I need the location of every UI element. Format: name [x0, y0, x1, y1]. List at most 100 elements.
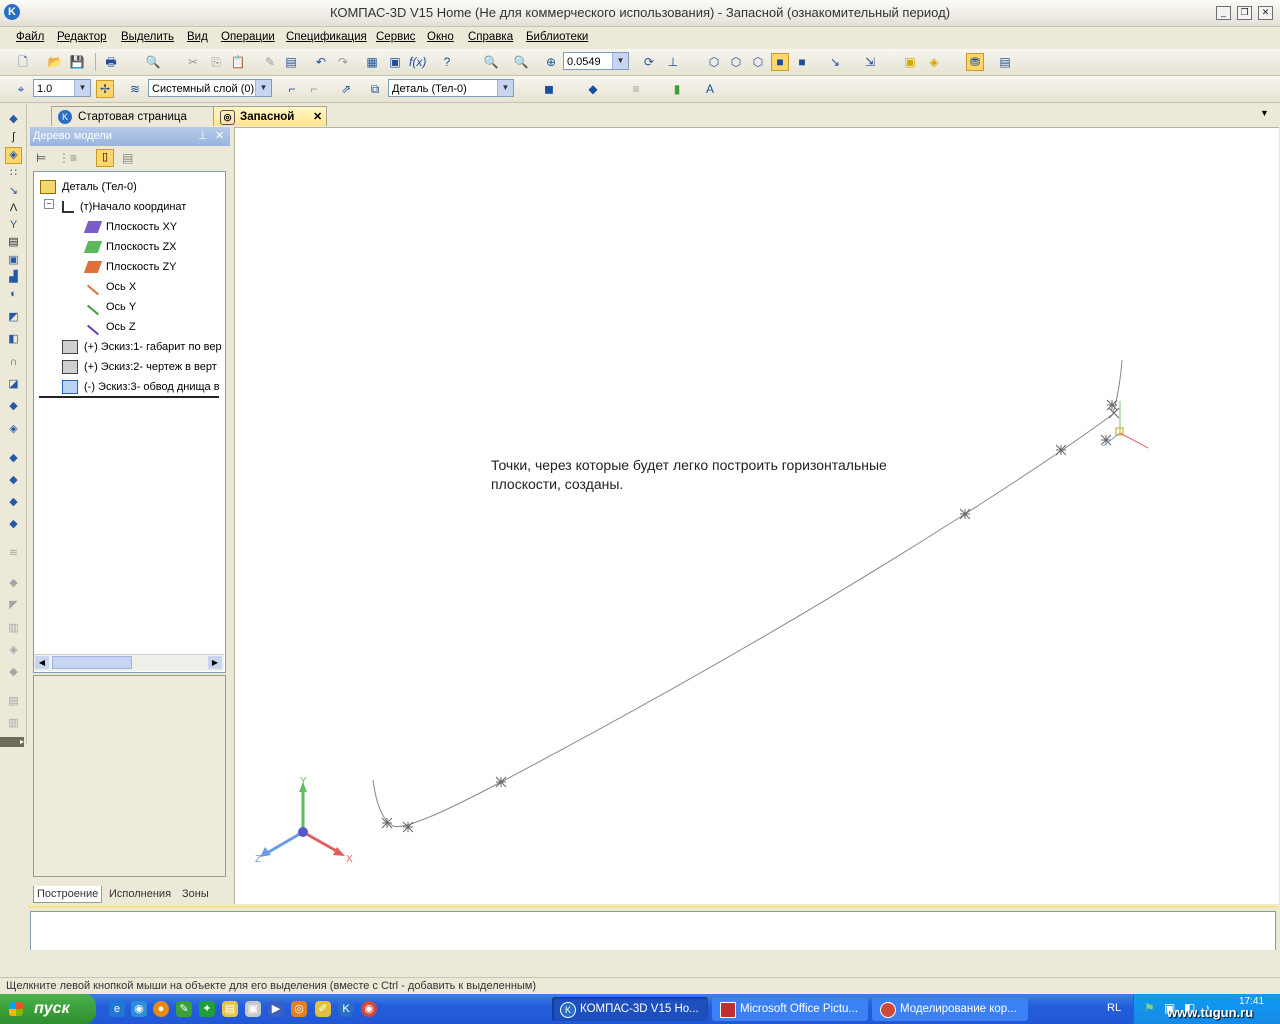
manager-icon[interactable]: ▦	[363, 53, 381, 71]
tab-construction[interactable]: Построение	[33, 886, 103, 903]
paste-icon[interactable]: 📋	[229, 53, 247, 71]
menu-edit[interactable]: Редактор	[57, 31, 107, 43]
menu-view[interactable]: Вид	[187, 31, 208, 43]
expand-arrow-icon[interactable]: ▸	[0, 737, 24, 747]
view-cube-icon[interactable]: ◆	[6, 112, 21, 127]
scroll-left-icon[interactable]: ◀	[35, 656, 49, 669]
plane-tool-1-icon[interactable]: ◆	[6, 451, 21, 466]
viewport-canvas[interactable]: Точки, через которые будет легко построи…	[235, 128, 1279, 904]
tree-details-icon[interactable]: ▤	[122, 151, 133, 165]
save-icon[interactable]: 💾	[68, 53, 86, 71]
tree-node-sketch-3[interactable]: (-) Эскиз:3- обвод днища в	[62, 378, 220, 396]
close-panel-icon[interactable]: ✕	[215, 127, 224, 146]
chevron-down-icon[interactable]: ▼	[74, 80, 90, 96]
light-icon[interactable]: ◈	[925, 53, 943, 71]
print-icon[interactable]: 🖶	[102, 53, 120, 71]
gray-tool-7-icon[interactable]: ▤	[6, 694, 21, 709]
pin-icon[interactable]: ⊥	[198, 127, 208, 146]
open-folder-icon[interactable]: 📂	[46, 53, 64, 71]
taskbar-item-browser[interactable]: Моделирование кор...	[872, 997, 1028, 1021]
dimension-icon[interactable]: ↘	[6, 184, 21, 199]
tree-structure-icon[interactable]: ⊨	[36, 151, 46, 165]
parametric-icon[interactable]: ⇗	[337, 80, 355, 98]
color-icon[interactable]: ◆	[584, 80, 602, 98]
rotate-icon[interactable]: ⟳	[640, 53, 658, 71]
sketch-curve[interactable]	[372, 359, 1123, 828]
shaded-edges-icon[interactable]: ■	[793, 53, 811, 71]
chevron-down-icon[interactable]: ▼	[612, 53, 628, 69]
redo-icon[interactable]: ↷	[334, 53, 352, 71]
tree-hscrollbar[interactable]: ◀ ▶	[34, 654, 224, 671]
cut-icon[interactable]: ✂	[184, 53, 202, 71]
tray-icon-1[interactable]: ⚑	[1144, 1001, 1155, 1015]
gray-tool-4-icon[interactable]: ▥	[6, 621, 21, 636]
loft-icon[interactable]: ∩	[6, 355, 21, 370]
menu-specification[interactable]: Спецификация	[286, 31, 367, 43]
text-style-icon[interactable]: A	[701, 80, 719, 98]
shell-icon[interactable]: ◆	[6, 399, 21, 414]
menu-file[interactable]: Файл	[16, 31, 44, 43]
appearance-icon[interactable]: ▣	[901, 53, 919, 71]
property-panel[interactable]	[30, 911, 1276, 951]
firefox-icon[interactable]: ●	[153, 1001, 169, 1017]
model-viewport[interactable]: Точки, через которые будет легко построи…	[234, 127, 1279, 904]
format-brush-icon[interactable]: ✎	[261, 53, 279, 71]
scale-combo[interactable]: 1.0 ▼	[33, 79, 91, 97]
grid-snap-icon[interactable]: ✢	[96, 80, 114, 98]
tabs-menu-chevron-icon[interactable]: ▼	[1260, 108, 1269, 118]
zoom-combo[interactable]: 0.0549 ▼	[563, 52, 629, 70]
gray-tool-1-icon[interactable]: ≋	[6, 546, 21, 561]
tree-node-plane-zx[interactable]: Плоскость ZX	[83, 238, 177, 256]
layers-icon[interactable]: ≋	[126, 80, 144, 98]
variables-icon[interactable]: ▣	[386, 53, 404, 71]
array-icon[interactable]: ◈	[6, 422, 21, 437]
gray-tool-8-icon[interactable]: ▥	[6, 716, 21, 731]
quicklaunch-7-icon[interactable]: ▣	[245, 1001, 261, 1017]
gray-tool-3-icon[interactable]: ◤	[6, 598, 21, 613]
tab-versions[interactable]: Исполнения	[109, 886, 171, 902]
aux-geometry-icon[interactable]: ◈	[5, 147, 22, 164]
new-file-icon[interactable]: 🗋	[14, 53, 32, 71]
angle-icon[interactable]: Λ	[6, 201, 21, 216]
filter-tool-icon[interactable]: Y	[6, 218, 21, 233]
orientation-icon[interactable]: ⊥	[664, 53, 682, 71]
menu-select[interactable]: Выделить	[121, 31, 174, 43]
scroll-thumb[interactable]	[52, 656, 132, 669]
properties-icon[interactable]: ▤	[282, 53, 300, 71]
shaded-icon[interactable]: ■	[771, 53, 789, 71]
snap-icon[interactable]: ⌖	[12, 80, 30, 98]
menu-libraries[interactable]: Библиотеки	[526, 31, 588, 43]
undo-icon[interactable]: ↶	[312, 53, 330, 71]
filter-icon[interactable]: ⛃	[966, 53, 984, 71]
menu-help[interactable]: Справка	[468, 31, 513, 43]
close-window-button[interactable]: ✕	[1258, 6, 1273, 20]
taskbar-item-kompas[interactable]: K КОМПАС-3D V15 Ho...	[552, 997, 708, 1021]
menu-operations[interactable]: Операции	[221, 31, 275, 43]
tree-node-sketch-1[interactable]: (+) Эскиз:1- габарит по вер	[62, 338, 222, 356]
quicklaunch-8-icon[interactable]: ▶	[268, 1001, 284, 1017]
menu-window[interactable]: Окно	[427, 31, 454, 43]
print-preview-icon[interactable]: 🔍	[144, 53, 162, 71]
measure-icon[interactable]: ⇲	[861, 53, 879, 71]
blender-icon[interactable]: ◎	[291, 1001, 307, 1017]
tree-node-sketch-2[interactable]: (+) Эскиз:2- чертеж в верт	[62, 358, 217, 376]
tab-start-page[interactable]: K Стартовая страница	[51, 106, 223, 126]
tree-node-axis-y[interactable]: Ось Y	[86, 298, 136, 316]
quicklaunch-4-icon[interactable]: ✎	[176, 1001, 192, 1017]
tree-node-plane-zy[interactable]: Плоскость ZY	[83, 258, 177, 276]
menu-service[interactable]: Сервис	[376, 31, 415, 43]
hidden-thin-icon[interactable]: ⬡	[749, 53, 767, 71]
tree-mode-icon[interactable]: ▯	[96, 149, 114, 167]
tab-zones[interactable]: Зоны	[182, 886, 209, 902]
edit-sketch-icon[interactable]: ⌐	[305, 80, 323, 98]
tab-zapasnoy[interactable]: ◎ Запасной ✕	[213, 106, 327, 126]
surface-icon[interactable]: ◩	[6, 310, 21, 325]
context-help-icon[interactable]: ?	[438, 53, 456, 71]
tree-node-part[interactable]: Деталь (Тел-0)	[40, 178, 137, 196]
layer-combo[interactable]: Системный слой (0) ▼	[148, 79, 272, 97]
gray-tool-6-icon[interactable]: ◆	[6, 665, 21, 680]
taskbar-item-picture-manager[interactable]: Microsoft Office Pictu...	[712, 997, 868, 1021]
quicklaunch-2-icon[interactable]: ◉	[131, 1001, 147, 1017]
body-icon[interactable]: ⧉	[366, 80, 384, 98]
tree-rollback-line[interactable]	[39, 396, 219, 398]
